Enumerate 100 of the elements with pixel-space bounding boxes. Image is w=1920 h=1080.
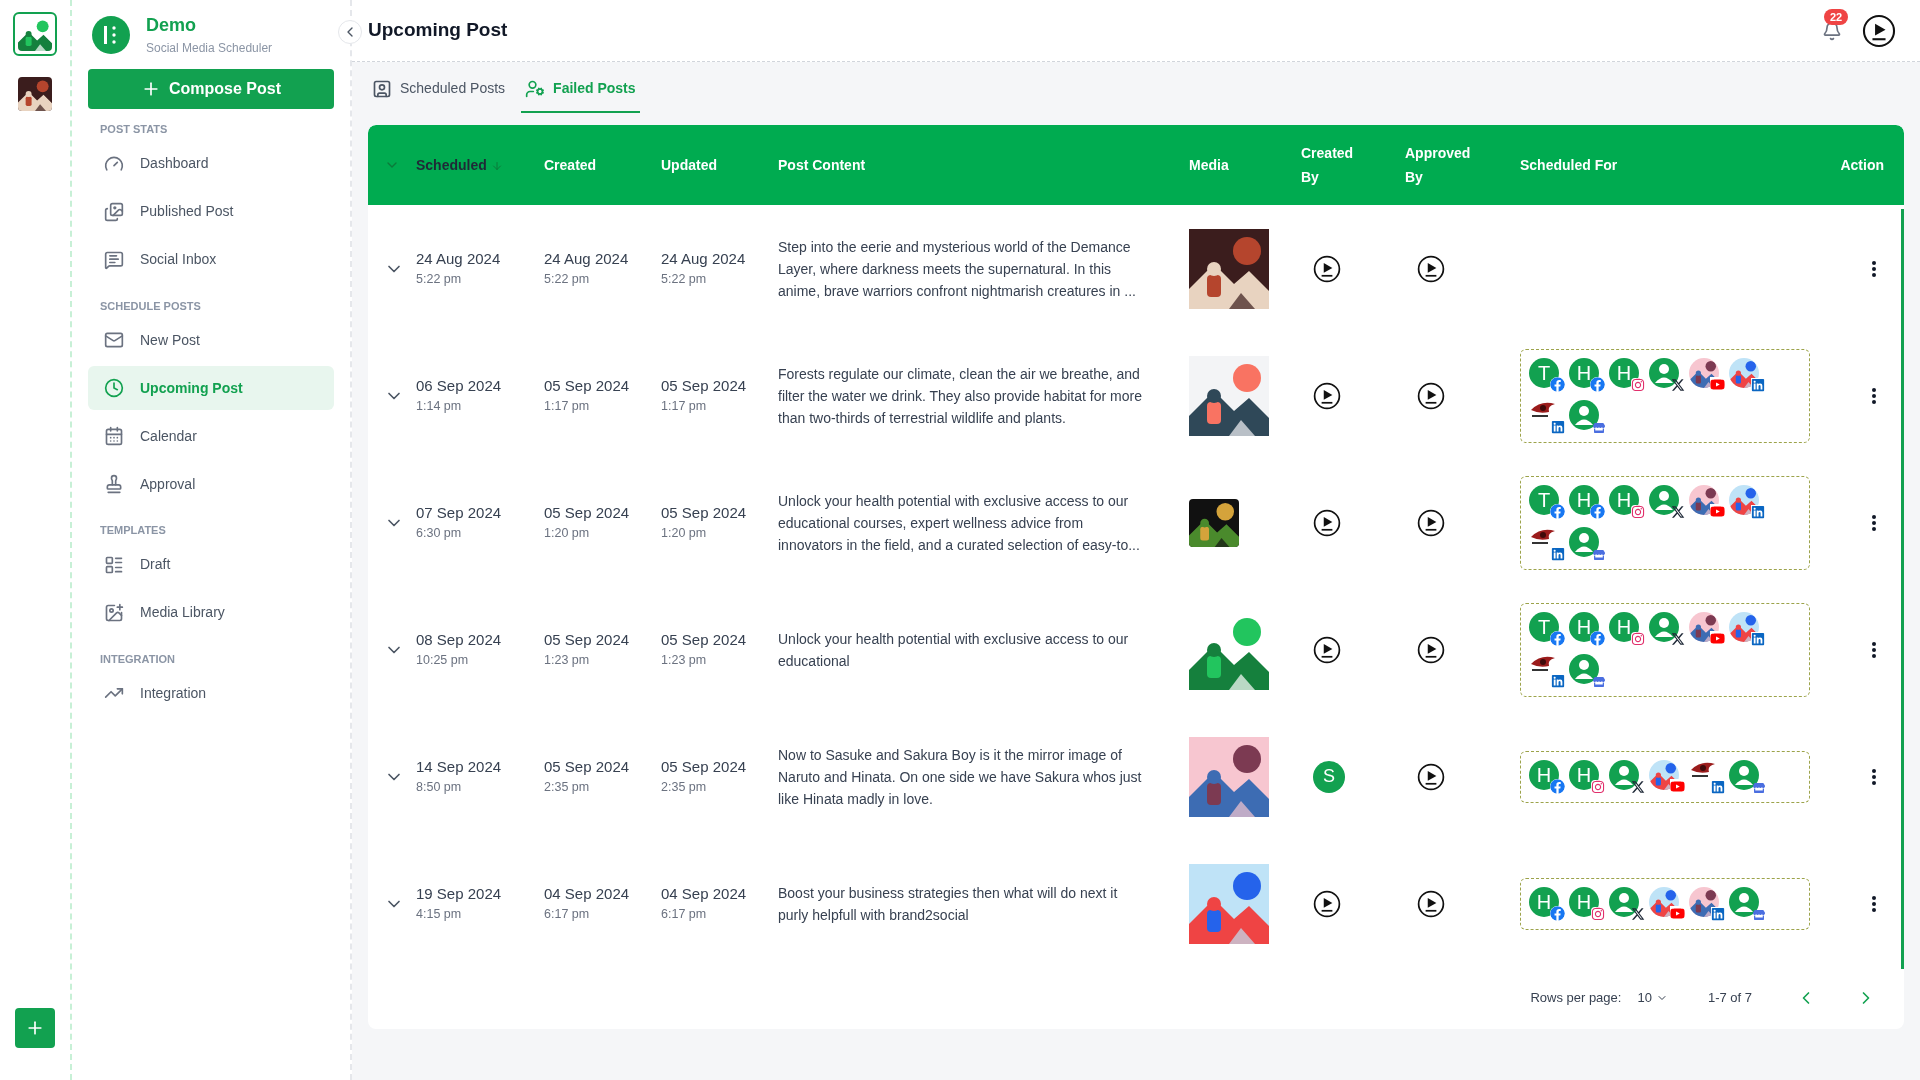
date-text: 05 Sep 2024 — [661, 629, 748, 650]
youtube-icon — [1710, 376, 1725, 392]
page-title: Upcoming Post — [368, 18, 508, 43]
youtube-icon — [1710, 503, 1725, 519]
store-icon — [1753, 781, 1765, 794]
x-icon — [1631, 779, 1645, 794]
play-logo-icon — [1417, 508, 1445, 537]
account-avatar: H — [1569, 357, 1599, 388]
play-logo-icon — [1313, 508, 1341, 537]
nav-item[interactable]: Calendar — [88, 414, 334, 458]
date-text: 04 Sep 2024 — [661, 883, 748, 904]
date-text: 05 Sep 2024 — [544, 375, 631, 396]
post-content: Unlock your health potential with exclusive access to our educational courses, expert wellness advice from innovators in the field, and a curated selection of easy-to... — [778, 491, 1141, 555]
play-logo-icon — [1313, 635, 1341, 664]
account-avatar: H — [1569, 484, 1599, 515]
rows-per-page-select[interactable]: 10 — [1637, 988, 1668, 1008]
linkedin-icon — [1751, 377, 1765, 392]
nav-item[interactable]: Approval — [88, 462, 334, 506]
store-icon — [1753, 908, 1765, 921]
time-text: 1:23 pm — [544, 652, 591, 670]
page-range: 1-7 of 7 — [1707, 989, 1752, 1008]
play-logo-icon — [1417, 381, 1445, 410]
nav-item[interactable]: New Post — [88, 318, 334, 362]
nav-item[interactable]: Upcoming Post — [88, 366, 334, 410]
scrollbar[interactable] — [1901, 209, 1904, 969]
instagram-icon — [1631, 377, 1645, 392]
more-icon — [1872, 514, 1876, 531]
play-logo-icon — [1313, 254, 1341, 283]
user-gear-icon — [525, 78, 546, 99]
play-logo-icon — [1417, 762, 1445, 791]
more-icon — [1872, 260, 1876, 277]
account-avatar: T — [1529, 611, 1559, 642]
user-icon — [372, 78, 392, 99]
date-text: 05 Sep 2024 — [544, 756, 631, 777]
account-avatar — [1609, 759, 1639, 790]
account-avatar: T — [1529, 357, 1559, 388]
time-text: 2:35 pm — [544, 779, 591, 797]
instagram-icon — [1631, 504, 1645, 519]
post-content: Forests regulate our climate, clean the air we breathe, and filter the water we drink. They also provide habitat for more than two-thirds of terrestrial wildlife and plants. — [778, 364, 1143, 428]
column-header[interactable]: Scheduled — [416, 153, 503, 177]
section-heading: POST STATS — [99, 122, 169, 137]
play-logo-icon — [1417, 635, 1445, 664]
date-text: 05 Sep 2024 — [544, 629, 631, 650]
date-text: 05 Sep 2024 — [544, 502, 631, 523]
nav-item[interactable]: Dashboard — [88, 141, 334, 186]
play-logo-icon — [1862, 13, 1896, 48]
account-avatar — [1569, 399, 1599, 430]
time-text: 10:25 pm — [416, 652, 470, 670]
account-avatar — [1569, 526, 1599, 557]
nav-icon — [104, 474, 124, 494]
nav-icon — [104, 378, 124, 398]
account-avatar — [1649, 484, 1679, 515]
nav-item[interactable]: Social Inbox — [88, 237, 334, 282]
nav-icon — [104, 330, 124, 350]
youtube-icon — [1670, 778, 1685, 794]
account-avatar — [1649, 611, 1679, 642]
date-text: 14 Sep 2024 — [416, 756, 503, 777]
rows-per-page-label: Rows per page: — [1530, 989, 1622, 1008]
date-text: 24 Aug 2024 — [661, 248, 747, 269]
nav-item[interactable]: Draft — [88, 542, 334, 587]
column-header[interactable]: Updated — [661, 153, 717, 177]
column-header[interactable]: Scheduled For — [1520, 153, 1618, 177]
date-text: 07 Sep 2024 — [416, 502, 503, 523]
linkedin-icon — [1551, 546, 1565, 561]
date-text: 24 Aug 2024 — [416, 248, 502, 269]
column-header[interactable]: Created — [544, 153, 597, 177]
column-header[interactable]: Approved By — [1405, 141, 1485, 189]
column-header[interactable]: Created By — [1301, 141, 1365, 189]
column-header[interactable]: Post Content — [778, 153, 866, 177]
facebook-icon — [1590, 503, 1605, 519]
account-avatar: T — [1529, 484, 1559, 515]
add-workspace-button[interactable] — [15, 1008, 55, 1048]
time-text: 4:15 pm — [416, 906, 463, 924]
column-header[interactable]: Media — [1189, 153, 1229, 177]
date-text: 19 Sep 2024 — [416, 883, 503, 904]
time-text: 1:17 pm — [544, 398, 591, 416]
store-icon — [1593, 421, 1605, 434]
tab[interactable]: Scheduled Posts — [368, 78, 510, 113]
time-text: 6:17 pm — [661, 906, 708, 924]
nav-item[interactable]: Media Library — [88, 590, 334, 635]
compose-post-button[interactable]: Compose Post — [88, 69, 334, 109]
account-avatar: H — [1529, 886, 1559, 917]
store-icon — [1593, 548, 1605, 561]
instagram-icon — [1631, 631, 1645, 646]
post-content: Now to Sasuke and Sakura Boy is it the mirror image of Naruto and Hinata. On one side we have Sakura whos just like Hinata madly in love. — [778, 745, 1143, 809]
nav-icon — [104, 249, 124, 270]
nav-item[interactable]: Integration — [88, 671, 334, 715]
time-text: 6:30 pm — [416, 525, 463, 543]
nav-item[interactable]: Published Post — [88, 189, 334, 234]
tab[interactable]: Failed Posts — [521, 78, 640, 113]
play-logo-icon — [1417, 254, 1445, 283]
account-avatar — [1729, 759, 1759, 790]
instagram-icon — [1591, 779, 1605, 794]
linkedin-icon — [1711, 906, 1725, 921]
account-avatar: H — [1609, 357, 1639, 388]
linkedin-icon — [1551, 673, 1565, 688]
account-avatar — [1729, 886, 1759, 917]
nav-icon — [104, 201, 124, 222]
column-header[interactable]: Action — [1840, 153, 1884, 177]
linkedin-icon — [1551, 419, 1565, 434]
